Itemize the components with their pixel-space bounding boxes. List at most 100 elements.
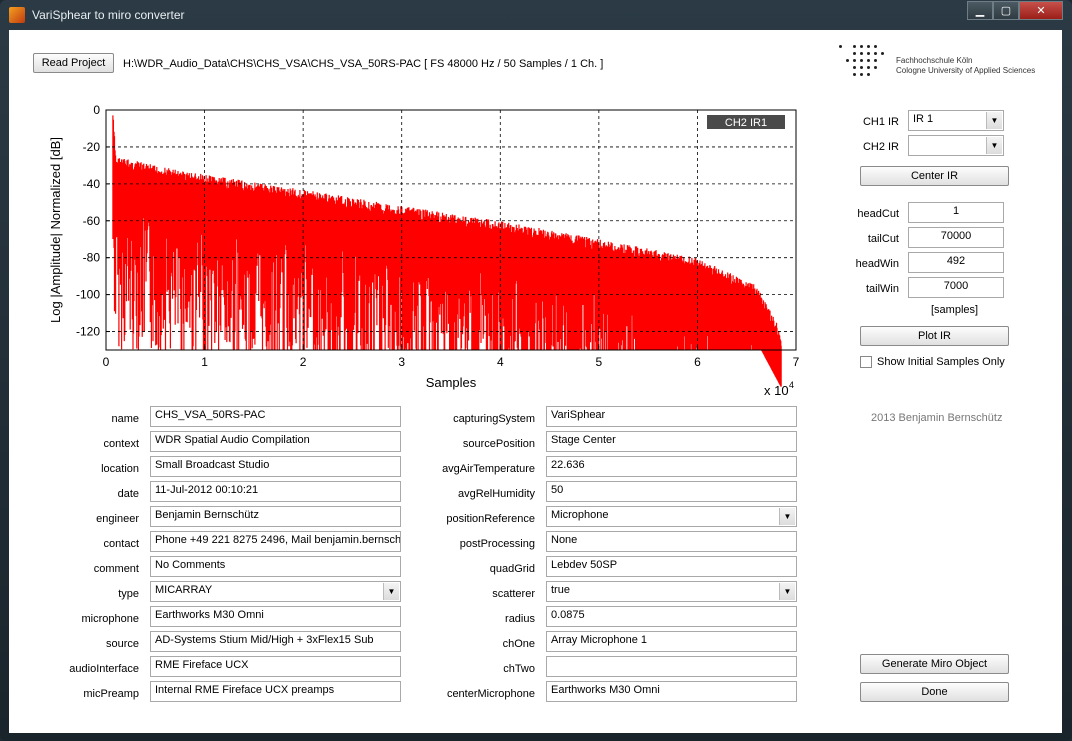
field-input[interactable] (546, 656, 797, 677)
logo-dot (867, 66, 870, 69)
field-label: location (101, 463, 139, 475)
chevron-down-icon: ▼ (986, 112, 1002, 129)
ch2-ir-select[interactable]: ▼ (908, 135, 1004, 156)
minimize-button[interactable]: ▁ (967, 1, 993, 20)
read-project-button[interactable]: Read Project (33, 53, 114, 73)
field-select[interactable]: Microphone ▼ (546, 506, 797, 527)
done-button[interactable]: Done (860, 682, 1009, 702)
headwin-field[interactable]: 492 (908, 252, 1004, 273)
x-tick-label: 5 (596, 355, 603, 369)
field-label: radius (505, 613, 535, 625)
field-input[interactable]: Phone +49 221 8275 2496, Mail benjamin.b… (150, 531, 401, 552)
field-input[interactable]: 0.0875 (546, 606, 797, 627)
logo-dot (867, 45, 870, 48)
ch1-ir-select[interactable]: IR 1 ▼ (908, 110, 1004, 131)
x-tick-label: 2 (300, 355, 307, 369)
field-label: sourcePosition (462, 438, 535, 450)
field-input[interactable]: Benjamin Bernschütz (150, 506, 401, 527)
logo-dot (853, 59, 856, 62)
field-input[interactable]: Internal RME Fireface UCX preamps (150, 681, 401, 702)
chevron-down-icon: ▼ (986, 137, 1002, 154)
headcut-field[interactable]: 1 (908, 202, 1004, 223)
maximize-button[interactable]: ▢ (993, 1, 1019, 20)
field-select[interactable]: true ▼ (546, 581, 797, 602)
field-label: avgAirTemperature (442, 463, 535, 475)
logo-dot (853, 66, 856, 69)
tailcut-field[interactable]: 70000 (908, 227, 1004, 248)
tailwin-field[interactable]: 7000 (908, 277, 1004, 298)
close-button[interactable]: ✕ (1019, 1, 1063, 20)
logo-dot (860, 73, 863, 76)
university-logo-icon (839, 45, 899, 85)
field-input[interactable]: 11-Jul-2012 00:10:21 (150, 481, 401, 502)
chevron-down-icon: ▼ (383, 583, 399, 600)
samples-unit-label: [samples] (931, 304, 979, 316)
field-input[interactable]: Small Broadcast Studio (150, 456, 401, 477)
field-label: engineer (96, 513, 139, 525)
field-input[interactable]: RME Fireface UCX (150, 656, 401, 677)
field-label: microphone (81, 613, 139, 625)
x-tick-label: 4 (497, 355, 504, 369)
field-value: Microphone (551, 509, 609, 521)
field-label: postProcessing (459, 538, 535, 550)
field-value: Lebdev 50SP (551, 559, 618, 571)
field-label: comment (93, 563, 139, 575)
field-input[interactable]: Lebdev 50SP (546, 556, 797, 577)
show-initial-label: Show Initial Samples Only (877, 356, 1005, 368)
field-label: micPreamp (83, 688, 139, 700)
field-value: RME Fireface UCX (155, 659, 249, 671)
logo-dot (874, 52, 877, 55)
legend-badge-label: CH2 IR1 (725, 117, 767, 129)
logo-dot (853, 73, 856, 76)
app-icon (9, 7, 25, 23)
field-input[interactable]: WDR Spatial Audio Compilation (150, 431, 401, 452)
logo-dot (874, 59, 877, 62)
logo-dot (860, 52, 863, 55)
window-frame: VariSphear to miro converter ▁ ▢ ✕ Read … (0, 0, 1072, 741)
x-axis-label: Samples (426, 375, 477, 390)
field-value: Phone +49 221 8275 2496, Mail benjamin.b… (155, 534, 401, 546)
title-bar[interactable]: VariSphear to miro converter ▁ ▢ ✕ (0, 0, 1072, 30)
x-tick-label: 6 (694, 355, 701, 369)
field-input[interactable]: AD-Systems Stium Mid/High + 3xFlex15 Sub (150, 631, 401, 652)
field-input[interactable]: Earthworks M30 Omni (150, 606, 401, 627)
center-ir-button[interactable]: Center IR (860, 166, 1009, 186)
field-input[interactable]: None (546, 531, 797, 552)
plot-ir-button[interactable]: Plot IR (860, 326, 1009, 346)
ir-plot[interactable]: 0 1 2 3 4 5 6 7 0 -20 -40 -60 -80 -100 -120 Samples Log … (39, 100, 809, 400)
logo-dot (860, 59, 863, 62)
field-label: chTwo (503, 663, 535, 675)
chevron-down-icon: ▼ (779, 508, 795, 525)
x-tick-label: 1 (201, 355, 208, 369)
field-value: Stage Center (551, 434, 616, 446)
logo-dot (881, 52, 884, 55)
field-input[interactable]: 22.636 (546, 456, 797, 477)
field-input[interactable]: 50 (546, 481, 797, 502)
field-input[interactable]: No Comments (150, 556, 401, 577)
field-input[interactable]: CHS_VSA_50RS-PAC (150, 406, 401, 427)
y-tick-label: -40 (83, 177, 101, 191)
field-select[interactable]: MICARRAY ▼ (150, 581, 401, 602)
logo-dot (853, 52, 856, 55)
generate-miro-button[interactable]: Generate Miro Object (860, 654, 1009, 674)
field-value: Earthworks M30 Omni (155, 609, 264, 621)
field-input[interactable]: Array Microphone 1 (546, 631, 797, 652)
x-tick-label: 0 (103, 355, 110, 369)
field-label: quadGrid (489, 563, 535, 575)
field-label: capturingSystem (453, 413, 535, 425)
field-input[interactable]: Stage Center (546, 431, 797, 452)
field-label: source (105, 638, 139, 650)
field-value: 11-Jul-2012 00:10:21 (155, 484, 259, 496)
y-tick-label: -60 (83, 214, 101, 228)
chevron-down-icon: ▼ (779, 583, 795, 600)
show-initial-checkbox[interactable] (860, 356, 872, 368)
field-value: MICARRAY (155, 584, 213, 596)
logo-text-line1: Fachhochschule Köln (896, 56, 973, 65)
field-value: 0.0875 (551, 609, 585, 621)
field-value: Array Microphone 1 (551, 634, 647, 646)
field-value: WDR Spatial Audio Compilation (155, 434, 310, 446)
field-input[interactable]: Earthworks M30 Omni (546, 681, 797, 702)
field-input[interactable]: VariSphear (546, 406, 797, 427)
field-label: centerMicrophone (446, 688, 535, 700)
tailcut-label: tailCut (867, 233, 899, 245)
